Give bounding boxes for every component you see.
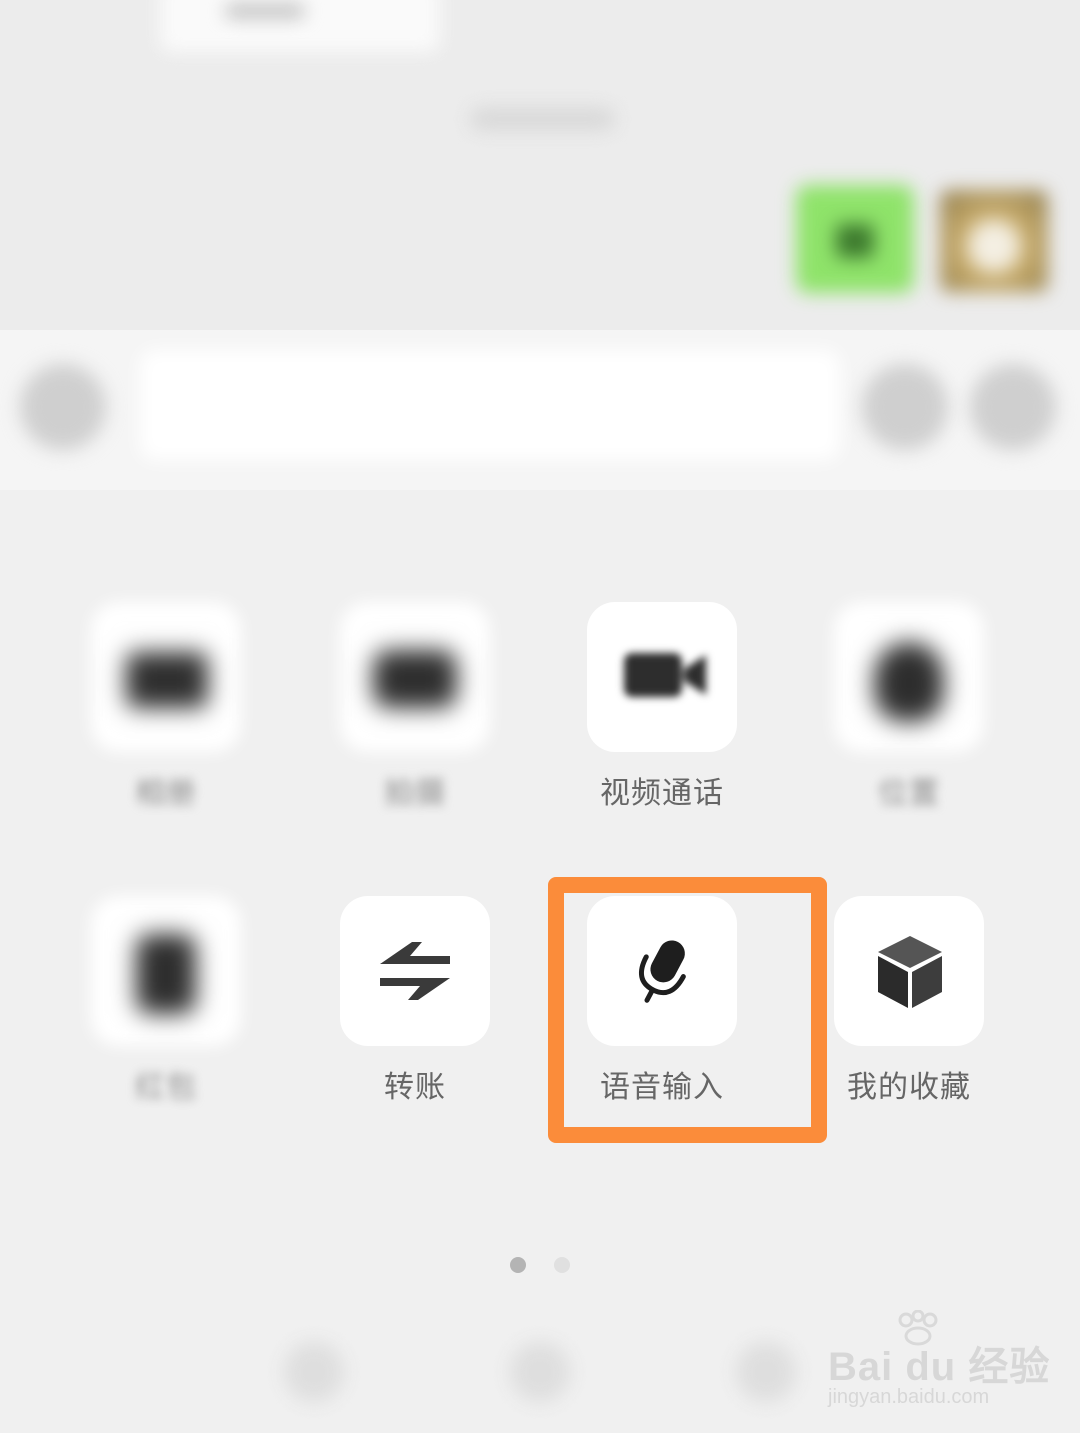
action-location-label: 位置: [878, 776, 940, 811]
highlight-box: [548, 877, 827, 1143]
plus-icon[interactable]: [970, 364, 1056, 450]
outgoing-message-content: [836, 224, 874, 258]
transfer-icon: [380, 942, 450, 1000]
action-favorites-button[interactable]: [834, 896, 984, 1046]
page-dot-active[interactable]: [510, 1257, 526, 1273]
nav-recent-icon[interactable]: [736, 1342, 796, 1402]
location-icon: [874, 642, 944, 722]
message-timestamp: [470, 108, 615, 130]
photo-icon: [126, 652, 208, 708]
nav-home-icon[interactable]: [510, 1342, 570, 1402]
watermark-url: jingyan.baidu.com: [828, 1386, 990, 1408]
page-dot[interactable]: [554, 1257, 570, 1273]
emoji-icon[interactable]: [862, 364, 948, 450]
watermark-logo: Bai du 经验: [828, 1345, 1051, 1389]
message-input[interactable]: [140, 350, 840, 460]
action-favorites-label: 我的收藏: [847, 1070, 971, 1105]
red-packet-icon: [136, 934, 196, 1014]
chat-history: [0, 0, 1080, 330]
input-bar: [0, 330, 1080, 490]
action-camera-label: 拍摄: [384, 776, 446, 811]
nav-back-icon[interactable]: [284, 1342, 344, 1402]
my-avatar[interactable]: [940, 190, 1048, 292]
action-video-call-button[interactable]: [587, 602, 737, 752]
action-transfer-label: 转账: [384, 1070, 446, 1105]
action-location-button[interactable]: [834, 602, 984, 752]
action-video-call-label: 视频通话: [600, 776, 724, 811]
action-transfer-button[interactable]: [340, 896, 490, 1046]
camera-icon: [373, 650, 457, 708]
contact-avatar[interactable]: [28, 0, 140, 52]
action-photo-button[interactable]: [91, 602, 241, 752]
video-call-icon: [624, 653, 706, 697]
action-photo-label: 相册: [135, 776, 197, 811]
action-red-packet-button[interactable]: [91, 896, 241, 1046]
action-red-packet-label: 红包: [135, 1070, 197, 1105]
baidu-jingyan-watermark: Bai du 经验 jingyan.baidu.com: [826, 1310, 1066, 1420]
action-camera-button[interactable]: [340, 602, 490, 752]
message-text-placeholder: [225, 4, 305, 18]
favorites-cube-icon: [878, 936, 942, 1008]
voice-toggle-icon[interactable]: [20, 364, 106, 450]
